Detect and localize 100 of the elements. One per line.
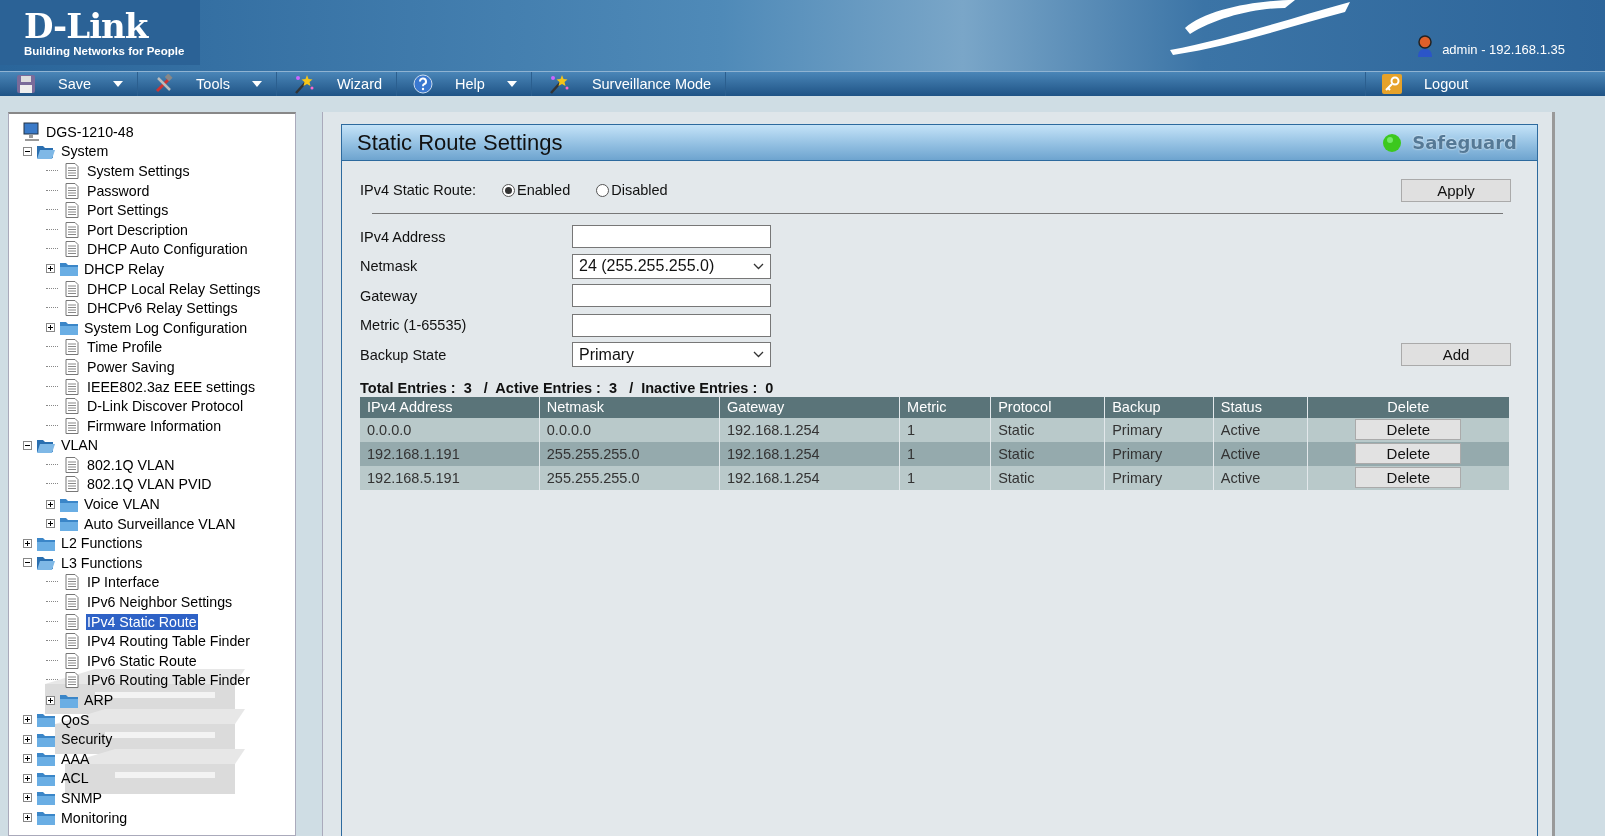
tree-item[interactable]: QoS	[60, 711, 91, 728]
tree-item[interactable]: ACL	[60, 770, 90, 787]
document-icon	[65, 417, 79, 434]
radio-option[interactable]: Enabled	[502, 182, 571, 198]
table-cell: Active	[1213, 441, 1308, 466]
tree-item[interactable]: L3 Functions	[60, 554, 144, 571]
document-icon	[65, 476, 79, 493]
tree-item[interactable]: System Log Configuration	[83, 319, 249, 336]
menu-item[interactable]: Tools	[138, 72, 277, 96]
tree-item[interactable]: IEEE802.3az EEE settings	[86, 378, 256, 395]
collapse-icon[interactable]	[23, 440, 32, 450]
tree-item[interactable]: IPv6 Static Route	[86, 652, 198, 669]
safeguard-label: Safeguard	[1412, 132, 1517, 153]
expand-icon[interactable]	[23, 773, 32, 783]
tree-item[interactable]: Power Saving	[86, 358, 176, 375]
tree-item[interactable]: IPv6 Neighbor Settings	[86, 594, 234, 611]
tree-item[interactable]: Password	[86, 182, 151, 199]
tree-item[interactable]: System	[60, 143, 110, 160]
tree-item[interactable]: Security	[60, 731, 114, 748]
table-cell: Static	[990, 441, 1105, 466]
tree-item[interactable]: System Settings	[86, 163, 191, 179]
tree-item[interactable]: IPv4 Routing Table Finder	[86, 633, 251, 650]
expand-icon[interactable]	[46, 499, 55, 509]
delete-button[interactable]: Delete	[1355, 443, 1462, 464]
user-info: admin - 192.168.1.35	[1442, 42, 1565, 57]
menu-item[interactable]: Wizard	[276, 72, 398, 96]
expand-icon[interactable]	[23, 793, 32, 803]
tree-item[interactable]: DHCP Relay	[83, 260, 166, 277]
delete-button[interactable]: Delete	[1355, 419, 1462, 440]
collapse-icon[interactable]	[23, 146, 32, 156]
dropdown[interactable]: 24 (255.255.255.0)	[572, 253, 771, 279]
table-cell: 192.168.1.254	[719, 417, 900, 442]
input-field[interactable]	[572, 225, 771, 249]
expand-icon[interactable]	[23, 813, 32, 823]
tree-item[interactable]: 802.1Q VLAN PVID	[86, 476, 213, 493]
field-label: Gateway	[360, 287, 419, 304]
document-icon	[65, 613, 79, 630]
tree-item[interactable]: Auto Surveillance VLAN	[83, 515, 237, 532]
tools-icon	[154, 74, 175, 94]
expand-icon[interactable]	[23, 715, 32, 725]
expand-icon[interactable]	[23, 734, 32, 744]
tree-item[interactable]: D-Link Discover Protocol	[86, 398, 245, 415]
document-icon	[65, 339, 79, 356]
radio-icon[interactable]	[596, 183, 610, 197]
document-icon	[65, 456, 79, 473]
expand-icon[interactable]	[46, 264, 55, 274]
tree-item[interactable]: ARP	[83, 692, 115, 708]
tree-item[interactable]: Monitoring	[60, 809, 129, 826]
folder-icon	[59, 260, 79, 278]
column-header: Backup	[1104, 396, 1214, 418]
field-label: IPv4 Static Route:	[360, 182, 478, 198]
table-cell: 255.255.255.0	[539, 441, 720, 466]
tree-item[interactable]: IPv4 Static Route	[86, 613, 198, 630]
radio-option[interactable]: Disabled	[596, 182, 668, 198]
table-cell: Primary	[1104, 417, 1214, 442]
field-label: Backup State	[360, 346, 448, 363]
table-cell: 1	[899, 417, 991, 442]
tree-item[interactable]: IPv6 Routing Table Finder	[86, 672, 251, 689]
tree-item[interactable]: SNMP	[60, 790, 103, 806]
apply-button[interactable]: Apply	[1401, 178, 1511, 202]
expand-icon[interactable]	[23, 754, 32, 764]
tree-item[interactable]: Port Description	[86, 221, 189, 238]
input-field[interactable]	[572, 284, 771, 308]
expand-icon[interactable]	[23, 538, 32, 548]
tree-item[interactable]: Time Profile	[86, 339, 164, 356]
tree-item[interactable]: 802.1Q VLAN	[86, 456, 176, 473]
logout-menu-item[interactable]: Logout	[1365, 72, 1550, 96]
collapse-icon[interactable]	[23, 558, 32, 568]
tree-item[interactable]: DHCP Local Relay Settings	[86, 280, 262, 297]
input-field[interactable]	[572, 313, 771, 337]
document-icon	[65, 163, 79, 179]
tree-item[interactable]: L2 Functions	[60, 535, 144, 552]
tree-item[interactable]: DHCP Auto Configuration	[86, 241, 249, 258]
table-cell: Static	[990, 465, 1105, 490]
panel-title: Static Route Settings	[357, 129, 563, 156]
table-cell: 192.168.1.254	[719, 465, 900, 490]
menu-item[interactable]: Help	[397, 72, 532, 96]
folder-icon	[36, 809, 56, 827]
expand-icon[interactable]	[46, 695, 55, 705]
tree-item[interactable]: DHCPv6 Relay Settings	[86, 300, 239, 317]
menu-item[interactable]: Save	[0, 72, 139, 96]
menu-item[interactable]: Surveillance Mode	[531, 72, 727, 96]
tree-item[interactable]: VLAN	[60, 437, 100, 454]
expand-icon[interactable]	[46, 323, 55, 333]
delete-button[interactable]: Delete	[1355, 467, 1462, 488]
document-icon	[65, 594, 79, 611]
table-cell: 192.168.1.254	[719, 441, 900, 466]
radio-icon[interactable]	[502, 183, 515, 197]
chevron-icon	[753, 351, 764, 359]
expand-icon[interactable]	[46, 519, 55, 529]
tree-item[interactable]: AAA	[60, 750, 91, 767]
tree-item[interactable]: IP Interface	[86, 574, 161, 591]
tree-item[interactable]: Port Settings	[86, 202, 170, 219]
add-button[interactable]: Add	[1401, 343, 1511, 367]
tree-root[interactable]: DGS-1210-48	[45, 123, 135, 140]
dropdown[interactable]: Primary	[572, 342, 771, 368]
folder-icon	[59, 515, 79, 533]
tree-item[interactable]: Firmware Information	[86, 417, 223, 434]
table-cell: 192.168.1.191	[360, 441, 540, 466]
tree-item[interactable]: Voice VLAN	[83, 496, 161, 513]
